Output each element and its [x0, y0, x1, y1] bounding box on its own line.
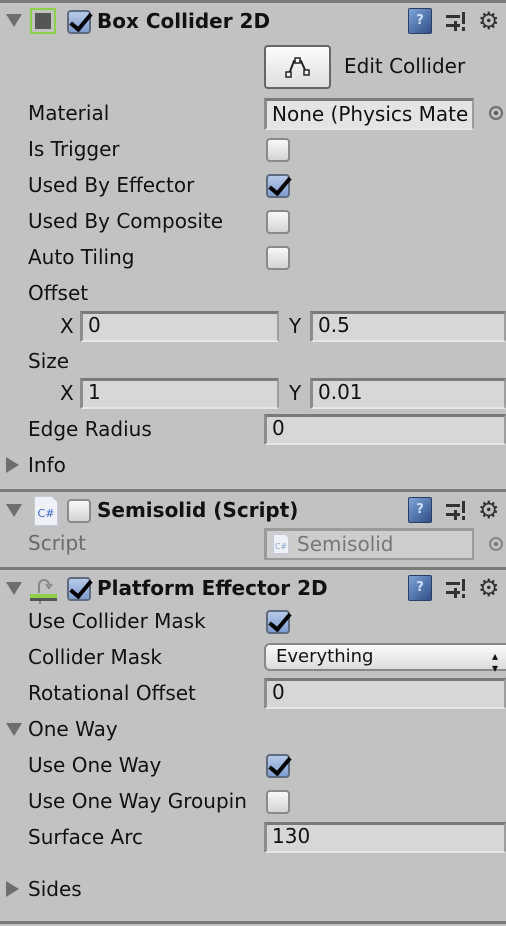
- csharp-script-icon: C#: [34, 496, 58, 526]
- size-y-field[interactable]: 0.01: [310, 378, 506, 409]
- offset-y-field[interactable]: 0.5: [310, 311, 506, 342]
- one-way-foldout-arrow-icon[interactable]: [6, 723, 22, 736]
- used-by-composite-label: Used By Composite: [28, 209, 224, 233]
- one-way-foldout[interactable]: One Way: [28, 717, 118, 741]
- component-header-icons: ? ⚙: [406, 8, 506, 36]
- edit-collider-button[interactable]: [264, 45, 331, 89]
- offset-x-field[interactable]: 0: [80, 311, 279, 342]
- auto-tiling-label: Auto Tiling: [28, 245, 135, 269]
- size-label: Size: [28, 349, 70, 373]
- edit-collider-label: Edit Collider: [344, 54, 466, 78]
- gear-icon[interactable]: ⚙: [478, 575, 500, 601]
- offset-label: Offset: [28, 281, 89, 305]
- help-icon[interactable]: ?: [408, 575, 432, 601]
- sides-foldout-arrow-icon[interactable]: [6, 881, 19, 897]
- use-one-way-checkbox[interactable]: [266, 754, 290, 778]
- gear-icon[interactable]: ⚙: [478, 8, 500, 34]
- offset-y-label: Y: [289, 314, 302, 338]
- platform-effector-icon: [30, 579, 57, 604]
- component-separator: [0, 0, 506, 3]
- gear-icon[interactable]: ⚙: [478, 497, 500, 523]
- edge-radius-label: Edge Radius: [28, 417, 152, 441]
- size-x-label: X: [60, 381, 74, 405]
- surface-arc-field[interactable]: 130: [264, 822, 506, 853]
- collider-mask-value: Everything: [276, 646, 374, 667]
- help-icon[interactable]: ?: [408, 497, 432, 523]
- component-title: Platform Effector 2D: [97, 576, 328, 600]
- semisolid-enabled-checkbox[interactable]: [67, 499, 91, 523]
- script-label: Script: [28, 531, 87, 555]
- rotational-offset-field[interactable]: 0: [264, 678, 506, 709]
- is-trigger-label: Is Trigger: [28, 137, 120, 161]
- foldout-arrow-icon[interactable]: [6, 582, 22, 595]
- surface-arc-label: Surface Arc: [28, 825, 144, 849]
- auto-tiling-checkbox[interactable]: [266, 246, 290, 270]
- sides-foldout[interactable]: Sides: [28, 877, 82, 901]
- script-field-value: Semisolid: [297, 532, 394, 556]
- box-collider-enabled-checkbox[interactable]: [67, 10, 91, 34]
- preset-icon[interactable]: [444, 577, 468, 601]
- material-label: Material: [28, 101, 110, 125]
- platform-effector-enabled-checkbox[interactable]: [67, 577, 91, 601]
- collider-mask-label: Collider Mask: [28, 645, 162, 669]
- script-field: Semisolid: [264, 528, 474, 560]
- use-collider-mask-label: Use Collider Mask: [28, 609, 206, 633]
- component-title: Box Collider 2D: [97, 9, 271, 33]
- use-one-way-grouping-checkbox[interactable]: [266, 790, 290, 814]
- csharp-file-icon: C#: [273, 534, 289, 554]
- component-header-icons: ? ⚙: [406, 497, 506, 525]
- foldout-arrow-icon[interactable]: [6, 504, 22, 517]
- use-one-way-label: Use One Way: [28, 753, 162, 777]
- box-collider-icon: [30, 8, 56, 34]
- object-picker-icon: [489, 537, 503, 551]
- foldout-arrow-icon[interactable]: [6, 14, 22, 27]
- component-title: Semisolid (Script): [97, 498, 299, 522]
- size-y-label: Y: [289, 381, 302, 405]
- help-icon[interactable]: ?: [408, 8, 432, 34]
- dropdown-arrows-icon: ▴ ▾: [491, 649, 498, 675]
- rotational-offset-label: Rotational Offset: [28, 681, 196, 705]
- preset-icon[interactable]: [444, 10, 468, 34]
- component-separator: [0, 489, 506, 492]
- material-field[interactable]: None (Physics Mate: [264, 98, 474, 130]
- size-x-field[interactable]: 1: [80, 378, 279, 409]
- edge-radius-field[interactable]: 0: [264, 414, 506, 445]
- object-picker-icon[interactable]: [489, 106, 503, 120]
- use-collider-mask-checkbox[interactable]: [266, 610, 290, 634]
- component-header-icons: ? ⚙: [406, 575, 506, 603]
- component-separator: [0, 921, 506, 924]
- info-foldout[interactable]: Info: [28, 453, 66, 477]
- preset-icon[interactable]: [444, 499, 468, 523]
- component-separator: [0, 567, 506, 570]
- collider-mask-dropdown[interactable]: Everything ▴ ▾: [264, 643, 506, 675]
- used-by-effector-checkbox[interactable]: [266, 174, 290, 198]
- used-by-effector-label: Used By Effector: [28, 173, 195, 197]
- used-by-composite-checkbox[interactable]: [266, 210, 290, 234]
- is-trigger-checkbox[interactable]: [266, 138, 290, 162]
- offset-x-label: X: [60, 314, 74, 338]
- edit-polygon-icon: [285, 57, 310, 78]
- use-one-way-grouping-label: Use One Way Groupin: [28, 789, 247, 813]
- info-foldout-arrow-icon[interactable]: [6, 457, 19, 473]
